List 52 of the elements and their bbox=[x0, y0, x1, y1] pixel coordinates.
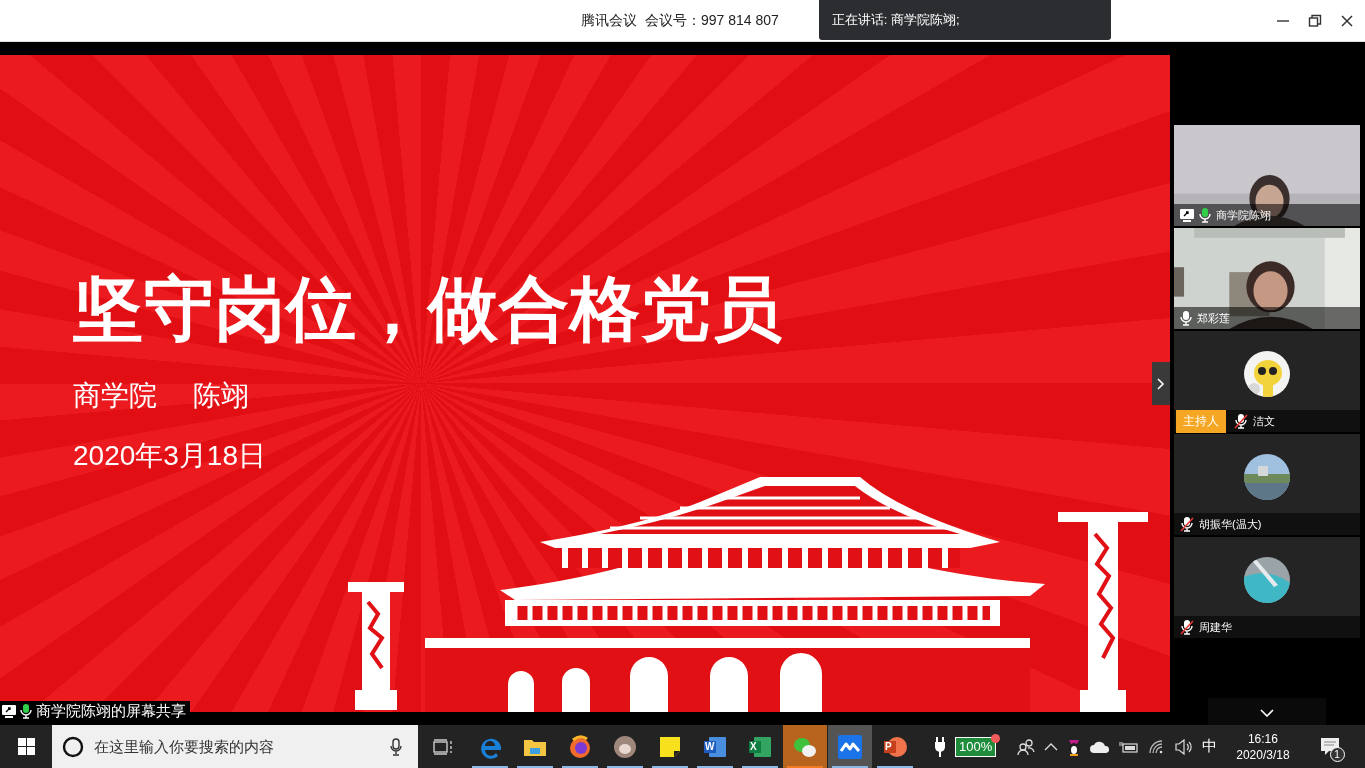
excel-app-button[interactable]: X bbox=[738, 725, 782, 768]
word-app-button[interactable]: W bbox=[693, 725, 737, 768]
firefox-icon bbox=[567, 733, 593, 760]
app-name: 腾讯会议 bbox=[581, 11, 637, 30]
microphone-icon[interactable] bbox=[390, 738, 402, 756]
photo-icon bbox=[612, 733, 638, 760]
notification-button[interactable]: 1 bbox=[1310, 731, 1351, 762]
meeting-id: 会议号：997 814 807 bbox=[645, 11, 779, 30]
presenter-name: 陈翊 bbox=[193, 379, 249, 413]
participant-name: 郑彩莲 bbox=[1197, 310, 1230, 326]
power-plug-icon bbox=[934, 736, 946, 757]
input-method-indicator[interactable]: 中 bbox=[1202, 737, 1218, 756]
expand-panel-button[interactable] bbox=[1152, 362, 1170, 405]
search-field[interactable]: 在这里输入你要搜索的内容 bbox=[52, 725, 418, 768]
close-icon[interactable] bbox=[1340, 13, 1354, 28]
participant-tile[interactable]: 周建华 bbox=[1174, 537, 1360, 638]
restore-icon[interactable] bbox=[1308, 13, 1322, 28]
participant-tile[interactable]: 主持人 洁文 bbox=[1174, 331, 1360, 432]
battery-indicator[interactable]: 100% bbox=[955, 736, 997, 757]
clock[interactable]: 16:16 2020/3/18 bbox=[1236, 730, 1290, 763]
share-label-text: 商学院陈翊的屏幕共享 bbox=[36, 702, 186, 721]
slide-date: 2020年3月18日 bbox=[73, 439, 267, 473]
circle-icon bbox=[62, 736, 84, 758]
participant-name: 商学院陈翊 bbox=[1216, 207, 1271, 223]
message-icon bbox=[1319, 736, 1342, 757]
powerpoint-app-button[interactable]: P bbox=[873, 725, 917, 768]
time-text: 16:16 bbox=[1247, 730, 1278, 747]
organization-text: 商学院 bbox=[73, 379, 157, 413]
participant-name: 洁文 bbox=[1253, 413, 1275, 429]
penguin-icon[interactable] bbox=[1067, 737, 1082, 756]
task-view-icon bbox=[433, 738, 453, 755]
speaking-toast: 正在讲话: 商学院陈翊; bbox=[818, 0, 1111, 40]
slide-title: 坚守岗位，做合格党员 bbox=[73, 269, 784, 350]
participant-tile[interactable]: 郑彩莲 bbox=[1174, 228, 1360, 329]
cloud-icon[interactable] bbox=[1090, 740, 1111, 753]
windows-icon bbox=[17, 738, 35, 755]
speaker-icon[interactable] bbox=[1175, 738, 1194, 755]
date-text: 2020/3/18 bbox=[1236, 746, 1290, 763]
chevron-down-icon bbox=[1260, 708, 1274, 717]
chevron-right-icon bbox=[1157, 377, 1165, 390]
mountain-logo-icon bbox=[837, 733, 863, 760]
alert-dot bbox=[991, 733, 1001, 743]
battery-icon[interactable] bbox=[1119, 740, 1140, 753]
meeting-app-button[interactable] bbox=[828, 725, 872, 768]
chevron-up-icon[interactable] bbox=[1044, 742, 1059, 751]
participant-name: 周建华 bbox=[1199, 619, 1232, 635]
participant-tile[interactable]: 胡振华(温大) bbox=[1174, 434, 1360, 535]
participant-name: 胡振华(温大) bbox=[1199, 516, 1262, 532]
participant-tile[interactable]: 商学院陈翊 bbox=[1174, 125, 1360, 226]
wechat-app-button[interactable] bbox=[783, 725, 827, 768]
people-icon[interactable] bbox=[1017, 737, 1036, 756]
host-badge: 主持人 bbox=[1176, 409, 1226, 433]
